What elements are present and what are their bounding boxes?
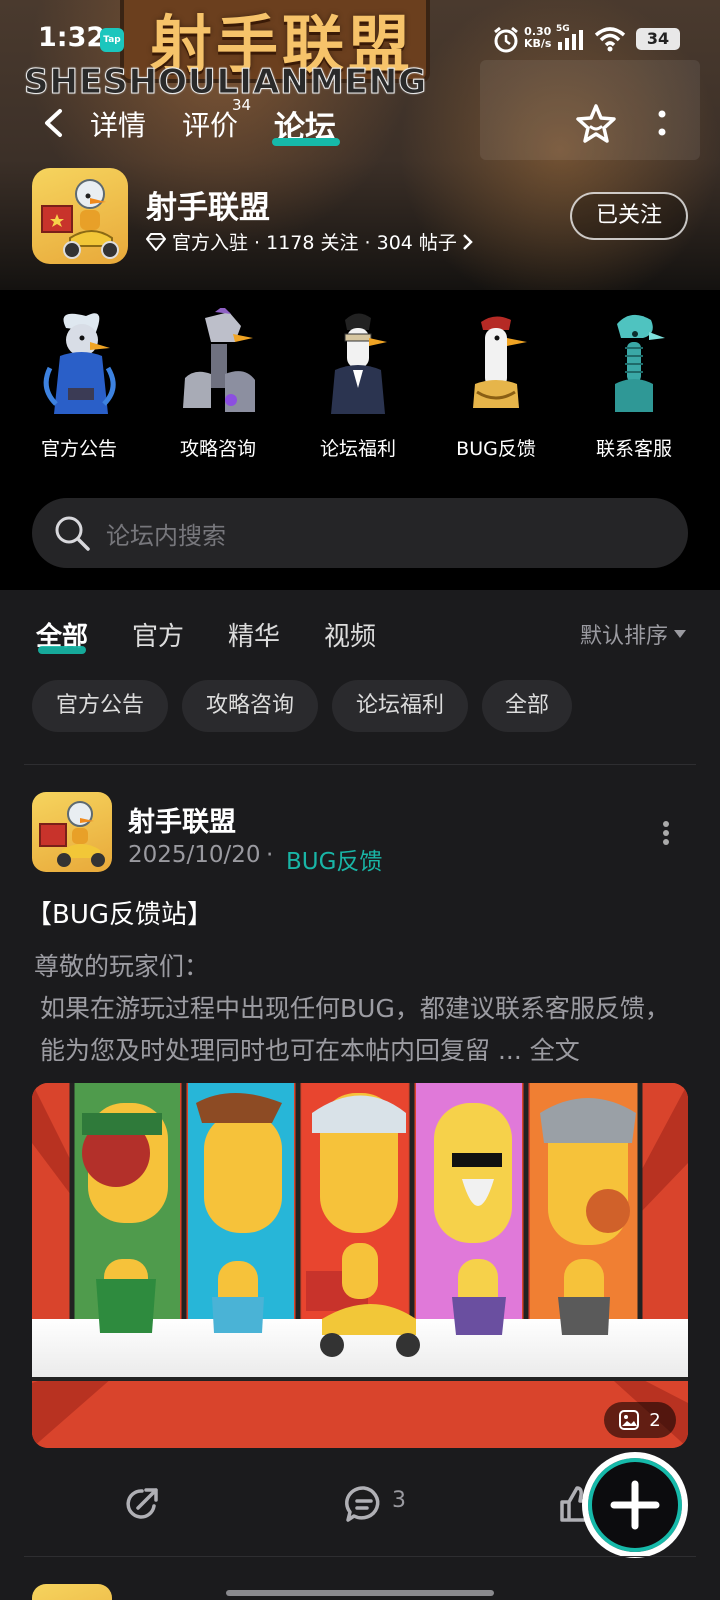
meta-separator: · [266, 842, 274, 868]
filter-tab-official[interactable]: 官方 [132, 616, 184, 653]
create-post-button[interactable] [582, 1452, 688, 1558]
category-label: BUG反馈 [456, 438, 536, 460]
filter-tab-video[interactable]: 视频 [324, 616, 376, 653]
character-armored-knight-icon [183, 306, 255, 412]
chip-strategy-consult[interactable]: 攻略咨询 [182, 680, 318, 732]
filter-tab-featured[interactable]: 精华 [228, 616, 280, 653]
character-blue-wizard-icon [43, 313, 116, 414]
post-date: 2025/10/20 [128, 842, 261, 868]
search-icon [55, 516, 90, 551]
category-label: 联系客服 [595, 438, 672, 460]
back-arrow-icon[interactable] [40, 108, 66, 138]
game-meta-text: 官方入驻 · 1178 关注 · 304 帖子 [172, 232, 457, 254]
alarm-icon [494, 26, 518, 53]
category-label: 攻略咨询 [179, 438, 256, 460]
divider [24, 764, 696, 765]
game-meta[interactable]: 官方入驻 · 1178 关注 · 304 帖子 [146, 228, 473, 255]
post-author[interactable]: 射手联盟 [128, 800, 236, 839]
game-app-icon[interactable] [32, 168, 128, 264]
avatar[interactable] [32, 1584, 112, 1600]
post-category-tag[interactable]: BUG反馈 [286, 842, 382, 876]
forum-categories: 官方公告 攻略咨询 论坛福利 BUG反馈 联系客服 论坛内搜索 [0, 290, 720, 590]
caret-down-icon [674, 630, 687, 638]
read-more-link[interactable]: 全文 [530, 1036, 580, 1065]
active-filter-indicator [38, 646, 86, 654]
chip-forum-benefits[interactable]: 论坛福利 [332, 680, 468, 732]
image-count-badge: 2 [604, 1402, 676, 1438]
forum-search-box[interactable]: 论坛内搜索 [32, 498, 688, 568]
category-chips: 官方公告 攻略咨询 论坛福利 全部 [0, 680, 720, 740]
character-bandana-goose-icon [473, 316, 527, 408]
tab-reviews[interactable]: 评价 [182, 104, 238, 144]
home-indicator[interactable] [226, 1590, 494, 1596]
taptap-notification-icon: Tap [100, 28, 124, 52]
active-tab-indicator [272, 138, 340, 146]
more-options-icon[interactable] [654, 108, 670, 138]
category-forum-benefits[interactable]: 论坛福利 [298, 308, 418, 468]
chevron-right-icon [463, 233, 473, 250]
status-bar: 1:32 Tap 0.30 KB/s 5G 34 [0, 0, 720, 80]
post-image[interactable] [32, 1083, 688, 1448]
avatar[interactable] [32, 792, 112, 872]
character-teal-skeleton-icon [615, 314, 665, 412]
top-navigation: 详情 评价 34 论坛 [0, 96, 720, 156]
plus-icon [610, 1480, 660, 1530]
post-filter-tabs: 全部 官方 精华 视频 默认排序 [0, 590, 720, 670]
category-official-announcement[interactable]: 官方公告 [19, 308, 139, 468]
comment-icon[interactable] [344, 1484, 384, 1524]
category-label: 官方公告 [40, 438, 117, 460]
network-speed: 0.30 KB/s [524, 25, 552, 50]
game-name: 射手联盟 [146, 190, 270, 226]
post-image-artwork [32, 1083, 688, 1448]
post-title[interactable]: 【BUG反馈站】 [26, 894, 213, 931]
divider [24, 1556, 696, 1557]
chip-all[interactable]: 全部 [482, 680, 572, 732]
wifi-icon [594, 27, 626, 52]
image-icon [619, 1410, 640, 1430]
ellipsis: ... [490, 1036, 530, 1065]
sort-dropdown[interactable]: 默认排序 [580, 618, 687, 650]
post-more-icon[interactable] [662, 820, 670, 846]
character-suit-goose-icon [331, 313, 387, 414]
post-excerpt[interactable]: 尊敬的玩家们： 如果在游玩过程中出现任何BUG，都建议联系客服反馈，能为您及时处… [34, 946, 694, 1072]
category-strategy-consult[interactable]: 攻略咨询 [158, 306, 278, 468]
battery-indicator: 34 [636, 28, 680, 50]
search-placeholder: 论坛内搜索 [106, 521, 226, 550]
share-icon[interactable] [122, 1484, 162, 1524]
status-time: 1:32 [38, 22, 106, 53]
chip-official-announcement[interactable]: 官方公告 [32, 680, 168, 732]
star-icon[interactable] [574, 102, 618, 146]
tab-details[interactable]: 详情 [90, 104, 146, 144]
category-bug-report[interactable]: BUG反馈 [436, 308, 556, 468]
cellular-signal-icon: 5G [556, 24, 586, 52]
post-body-line: 尊敬的玩家们： [34, 952, 210, 981]
verified-diamond-icon [146, 232, 166, 251]
category-contact-support[interactable]: 联系客服 [574, 308, 694, 468]
reviews-count-badge: 34 [232, 96, 252, 114]
follow-button[interactable]: 已关注 [570, 192, 688, 240]
comment-count: 3 [392, 1488, 406, 1513]
category-label: 论坛福利 [319, 438, 396, 460]
sort-label: 默认排序 [580, 624, 669, 649]
